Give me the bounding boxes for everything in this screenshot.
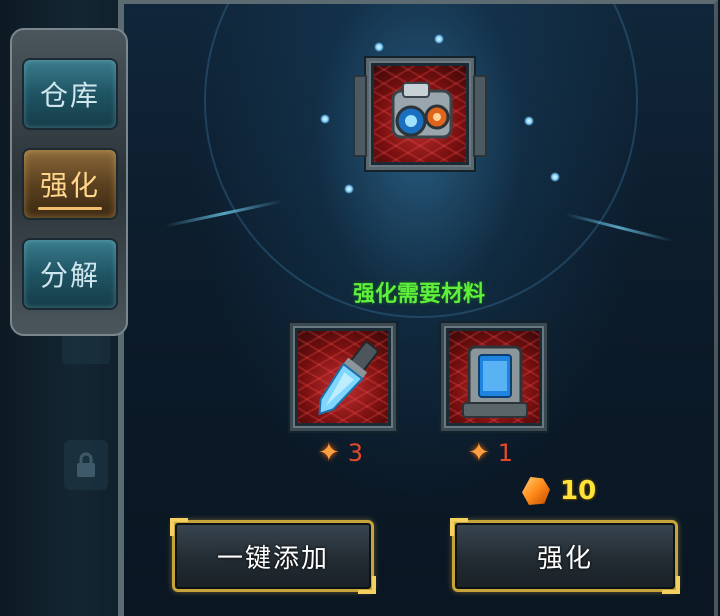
lock-icon <box>64 440 108 490</box>
material-2-cost: ✦ 1 <box>468 438 513 468</box>
material-slot-2[interactable] <box>441 323 547 431</box>
enhance-button-label: 强化 <box>536 543 593 574</box>
target-item-slot[interactable] <box>353 58 487 170</box>
power-cell-icon <box>449 331 539 423</box>
spark <box>344 184 354 194</box>
spark <box>374 42 384 52</box>
star-shard-icon: ✦ <box>318 438 340 468</box>
material-2-count: 1 <box>497 439 514 467</box>
spark <box>434 34 444 44</box>
material-1-count: 3 <box>347 439 364 467</box>
crystal-syringe-icon <box>298 331 388 423</box>
spark <box>524 116 534 126</box>
currency-cost: 10 <box>522 476 596 506</box>
tab-enhance-label: 强化 <box>39 169 100 202</box>
enhance-button[interactable]: 强化 <box>450 518 680 594</box>
tab-warehouse[interactable]: 仓库 <box>22 58 118 130</box>
star-shard-icon: ✦ <box>468 438 490 468</box>
auto-add-button[interactable]: 一键添加 <box>170 518 376 594</box>
tab-enhance[interactable]: 强化 <box>22 148 118 220</box>
camera-device-icon <box>374 66 466 162</box>
material-slot-1[interactable] <box>290 323 396 431</box>
tab-warehouse-label: 仓库 <box>39 79 100 112</box>
currency-amount: 10 <box>560 476 597 506</box>
spark <box>320 114 330 124</box>
gold-gem-icon <box>522 477 550 505</box>
auto-add-label: 一键添加 <box>216 543 329 574</box>
materials-title: 强化需要材料 <box>352 282 485 307</box>
material-1-cost: ✦ 3 <box>318 438 363 468</box>
spark <box>550 172 560 182</box>
